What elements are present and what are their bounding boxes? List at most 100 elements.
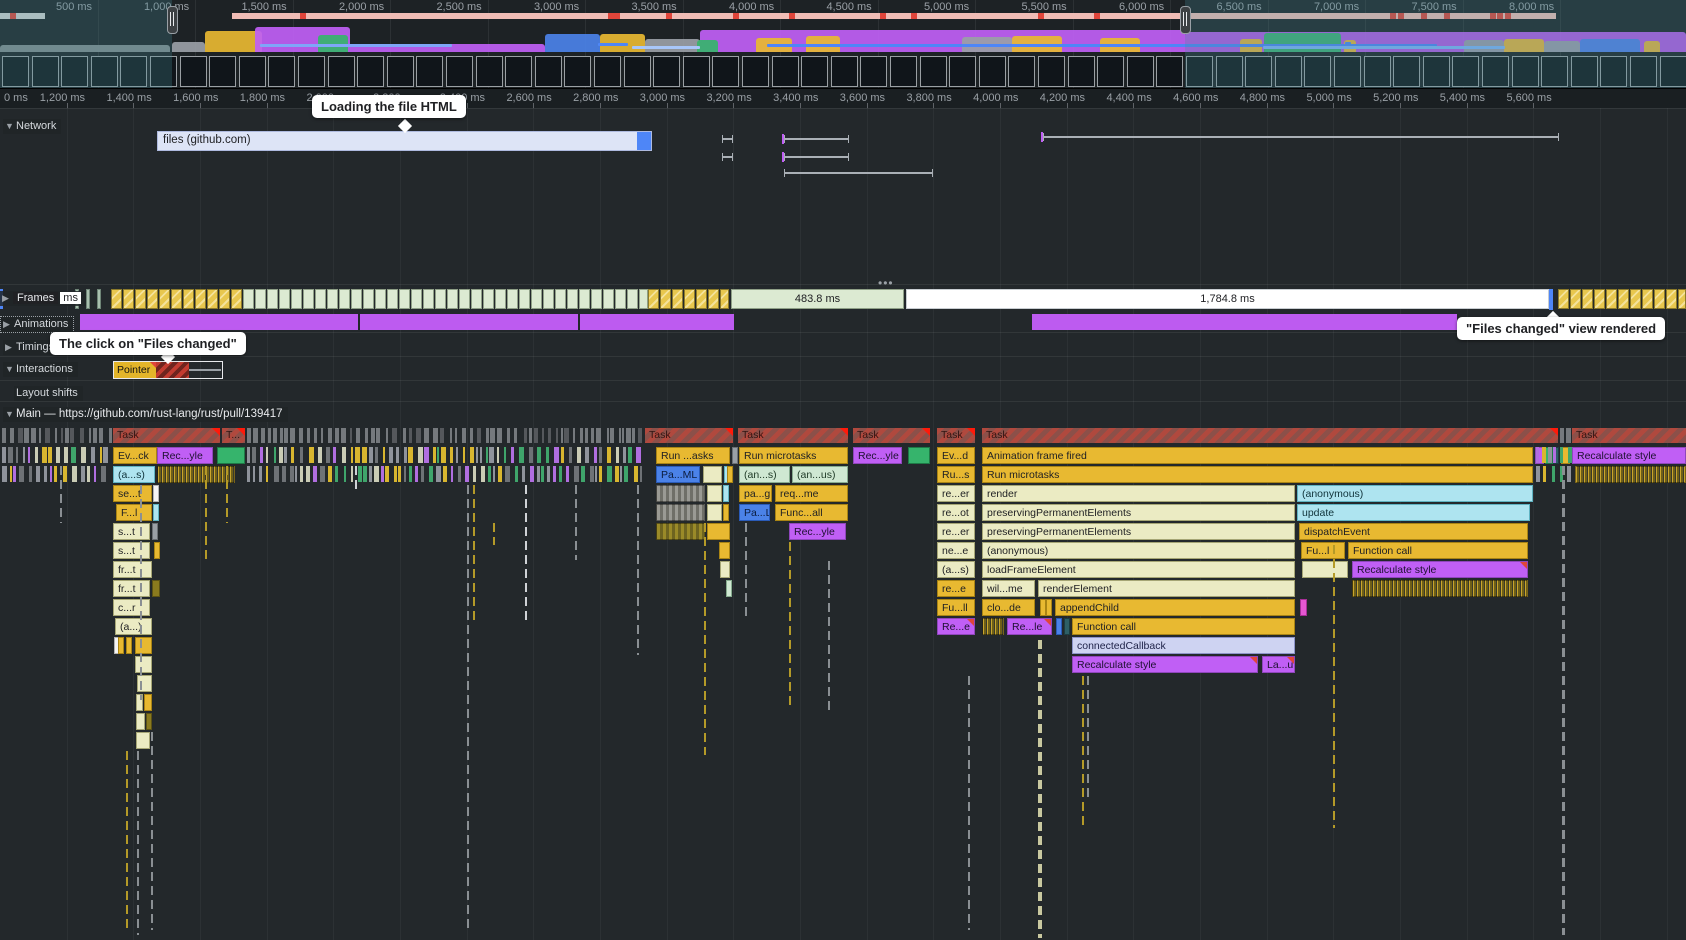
flame-fragment[interactable] — [153, 504, 159, 521]
filmstrip-screenshot[interactable] — [860, 56, 887, 87]
frame-cell[interactable] — [255, 289, 266, 309]
flame-entry[interactable]: Pa...L — [739, 504, 770, 521]
flame-fragment[interactable] — [707, 504, 722, 521]
filmstrip-screenshot[interactable] — [920, 56, 947, 87]
frame-cell[interactable] — [279, 289, 290, 309]
flame-fragment[interactable] — [707, 523, 730, 540]
network-whisker[interactable] — [784, 172, 933, 174]
flame-entry[interactable]: re...e — [937, 580, 975, 597]
frame-cell[interactable] — [591, 289, 602, 309]
filmstrip-screenshot[interactable] — [1068, 56, 1095, 87]
flame-fragment[interactable] — [136, 713, 145, 730]
filmstrip-screenshot[interactable] — [1038, 56, 1065, 87]
frame-cell[interactable] — [1654, 289, 1665, 309]
flame-fragment[interactable] — [1302, 561, 1348, 578]
frame-cell[interactable] — [1570, 289, 1581, 309]
animations-track-header[interactable]: ▶Animations — [0, 316, 74, 333]
frame-cell[interactable] — [603, 289, 614, 309]
frame-cell[interactable] — [1642, 289, 1653, 309]
network-whisker[interactable] — [722, 156, 733, 158]
flame-entry[interactable]: Run microtasks — [982, 466, 1533, 483]
flame-fragment[interactable] — [732, 447, 738, 464]
frame-cell[interactable] — [97, 289, 101, 309]
frame-cell[interactable] — [171, 289, 182, 309]
frame-cell[interactable] — [531, 289, 542, 309]
flame-fragment[interactable] — [217, 447, 245, 464]
filmstrip-screenshot[interactable] — [801, 56, 828, 87]
flame-entry[interactable]: renderElement — [1038, 580, 1295, 597]
flame-entry[interactable]: req...me — [775, 485, 848, 502]
flame-fragment[interactable] — [982, 618, 1004, 635]
flame-fragment[interactable] — [144, 694, 152, 711]
frame-cell[interactable] — [135, 289, 146, 309]
filmstrip-screenshot[interactable] — [476, 56, 503, 87]
frame-cell[interactable] — [648, 289, 659, 309]
frame-cell[interactable] — [1582, 289, 1593, 309]
frame-cell[interactable] — [1606, 289, 1617, 309]
flame-fragment[interactable] — [135, 656, 152, 673]
filmstrip-screenshot[interactable] — [535, 56, 562, 87]
task-bar[interactable]: Task — [738, 428, 848, 443]
filmstrip-screenshot[interactable] — [772, 56, 799, 87]
flame-fragment[interactable] — [723, 485, 729, 502]
flame-entry[interactable]: (an...us) — [792, 466, 848, 483]
flame-entry[interactable]: re...ot — [937, 504, 975, 521]
flame-entry[interactable]: s...t — [113, 542, 150, 559]
filmstrip-screenshot[interactable] — [1156, 56, 1183, 87]
frame-cell[interactable] — [423, 289, 434, 309]
annotation-click-files-changed[interactable]: The click on "Files changed" — [50, 332, 246, 355]
frame-cell[interactable] — [375, 289, 386, 309]
annotation-files-changed-rendered[interactable]: "Files changed" view rendered — [1457, 317, 1665, 340]
network-whisker[interactable] — [784, 138, 849, 140]
frame-long[interactable]: 483.8 ms — [731, 289, 904, 309]
frame-cell[interactable] — [1618, 289, 1629, 309]
flame-fragment[interactable] — [1056, 618, 1062, 635]
flame-fragment[interactable] — [727, 466, 733, 483]
flame-fragment[interactable] — [1352, 580, 1528, 597]
frame-cell[interactable] — [327, 289, 338, 309]
flame-fragment[interactable] — [726, 580, 732, 597]
flame-entry[interactable]: preservingPermanentElements — [982, 504, 1295, 521]
flame-fragment[interactable] — [135, 637, 152, 654]
frame-cell[interactable] — [363, 289, 374, 309]
frame-cell[interactable] — [483, 289, 494, 309]
task-bar[interactable]: Task — [113, 428, 220, 443]
filmstrip-screenshot[interactable] — [446, 56, 473, 87]
flame-fragment[interactable] — [720, 561, 730, 578]
frame-cell[interactable] — [86, 289, 90, 309]
flame-entry[interactable]: F...l — [116, 504, 152, 521]
main-thread-track-header[interactable]: ▼Main — https://github.com/rust-lang/rus… — [3, 407, 288, 422]
frame-cell[interactable] — [387, 289, 398, 309]
flame-entry[interactable]: Recalculate style — [1352, 561, 1528, 578]
frame-cell[interactable] — [579, 289, 590, 309]
flame-entry[interactable]: (a...) — [115, 618, 152, 635]
timeline-overview[interactable]: 500 ms1,000 ms1,500 ms2,000 ms2,500 ms3,… — [0, 0, 1686, 89]
flame-fragment[interactable] — [707, 485, 722, 502]
frame-cell[interactable] — [684, 289, 695, 309]
filmstrip-screenshot[interactable] — [239, 56, 266, 87]
flame-entry[interactable]: (a...s) — [937, 561, 975, 578]
flame-entry[interactable]: (anonymous) — [982, 542, 1295, 559]
frame-cell[interactable] — [639, 289, 648, 309]
flame-entry[interactable]: preservingPermanentElements — [982, 523, 1295, 540]
flame-entry[interactable]: ne...e — [937, 542, 975, 559]
frame-cell[interactable] — [555, 289, 566, 309]
flame-fragment[interactable] — [154, 542, 160, 559]
filmstrip-screenshot[interactable] — [742, 56, 769, 87]
frame-cell[interactable] — [447, 289, 458, 309]
filmstrip-screenshot[interactable] — [180, 56, 207, 87]
filmstrip-screenshot[interactable] — [416, 56, 443, 87]
flame-entry[interactable]: render — [982, 485, 1295, 502]
frame-cell[interactable] — [399, 289, 410, 309]
frame-cell[interactable] — [219, 289, 230, 309]
frame-cell[interactable] — [123, 289, 134, 309]
filmstrip-screenshot[interactable] — [387, 56, 414, 87]
task-bar[interactable]: Task — [1572, 428, 1686, 443]
filmstrip-screenshot[interactable] — [1008, 56, 1035, 87]
frame-cell[interactable] — [627, 289, 638, 309]
filmstrip-screenshot[interactable] — [890, 56, 917, 87]
flame-fragment[interactable] — [1064, 618, 1070, 635]
animation-bar[interactable] — [360, 314, 578, 330]
filmstrip-screenshot[interactable] — [683, 56, 710, 87]
animation-bar[interactable] — [80, 314, 358, 330]
